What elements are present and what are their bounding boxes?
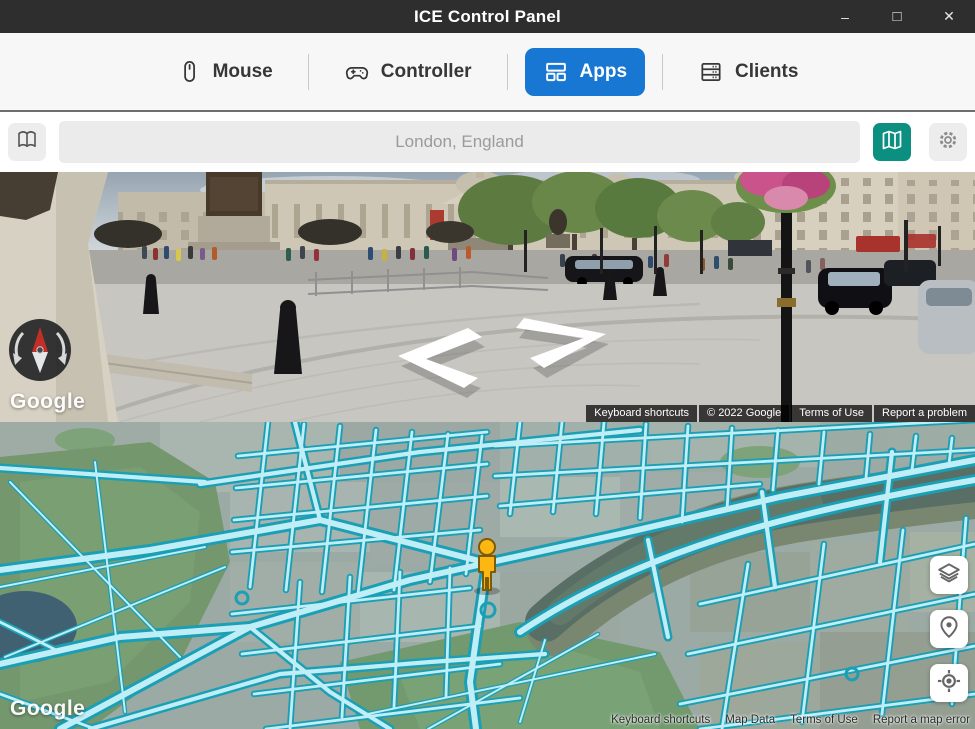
map-data-link[interactable]: Map Data [725, 714, 775, 726]
bookmarks-button[interactable] [8, 123, 46, 161]
terms-of-use-link[interactable]: Terms of Use [790, 714, 858, 726]
street-view-attribution: Keyboard shortcuts © 2022 Google Terms o… [586, 405, 975, 422]
terms-of-use-link[interactable]: Terms of Use [791, 405, 872, 422]
tab-label: Mouse [213, 61, 273, 83]
search-toolbar [0, 112, 975, 172]
tab-clients[interactable]: Clients [680, 48, 816, 96]
location-pin-icon [936, 614, 962, 645]
report-map-error-link[interactable]: Report a map error [873, 714, 970, 726]
controller-icon [344, 59, 370, 85]
map-controls [930, 556, 968, 702]
tab-separator [308, 54, 309, 90]
tab-apps[interactable]: Apps [525, 48, 646, 96]
window-controls: – □ ✕ [819, 0, 975, 33]
tab-label: Apps [580, 61, 628, 83]
clients-icon [698, 59, 724, 85]
tab-label: Controller [381, 61, 472, 83]
window-title: ICE Control Panel [414, 7, 561, 27]
layers-button[interactable] [930, 556, 968, 594]
window-titlebar: ICE Control Panel – □ ✕ [0, 0, 975, 33]
street-view-panorama[interactable]: Google Keyboard shortcuts © 2022 Google … [0, 172, 975, 422]
keyboard-shortcuts-link[interactable]: Keyboard shortcuts [611, 714, 710, 726]
main-tabbar: Mouse Controller Apps Clients [0, 33, 975, 112]
close-button[interactable]: ✕ [923, 0, 975, 33]
gear-icon [936, 128, 960, 157]
street-view-pin-button[interactable] [930, 610, 968, 648]
tab-mouse[interactable]: Mouse [159, 48, 291, 95]
map-attribution: Keyboard shortcuts Map Data Terms of Use… [611, 714, 970, 726]
search-input[interactable] [59, 121, 860, 163]
my-location-button[interactable] [930, 664, 968, 702]
report-problem-link[interactable]: Report a problem [874, 405, 975, 422]
layers-icon [936, 560, 962, 591]
apps-icon [543, 59, 569, 85]
tab-controller[interactable]: Controller [326, 48, 490, 96]
mouse-icon [177, 59, 202, 84]
settings-button[interactable] [929, 123, 967, 161]
tab-separator [662, 54, 663, 90]
google-watermark: Google [10, 697, 85, 721]
google-watermark: Google [10, 390, 85, 414]
map-style-button[interactable] [873, 123, 911, 161]
minimize-button[interactable]: – [819, 0, 871, 33]
keyboard-shortcuts-link[interactable]: Keyboard shortcuts [586, 405, 697, 422]
maximize-button[interactable]: □ [871, 0, 923, 33]
compass-control[interactable] [9, 319, 71, 381]
map-view[interactable]: Google Keyboard shortcuts Map Data Terms… [0, 422, 975, 729]
tab-label: Clients [735, 61, 798, 83]
crosshair-icon [936, 668, 962, 699]
book-icon [15, 128, 39, 157]
copyright-label: © 2022 Google [699, 405, 789, 422]
street-view-scene[interactable] [0, 172, 975, 422]
map-icon [880, 128, 904, 157]
map-scene[interactable] [0, 422, 975, 729]
tab-separator [507, 54, 508, 90]
